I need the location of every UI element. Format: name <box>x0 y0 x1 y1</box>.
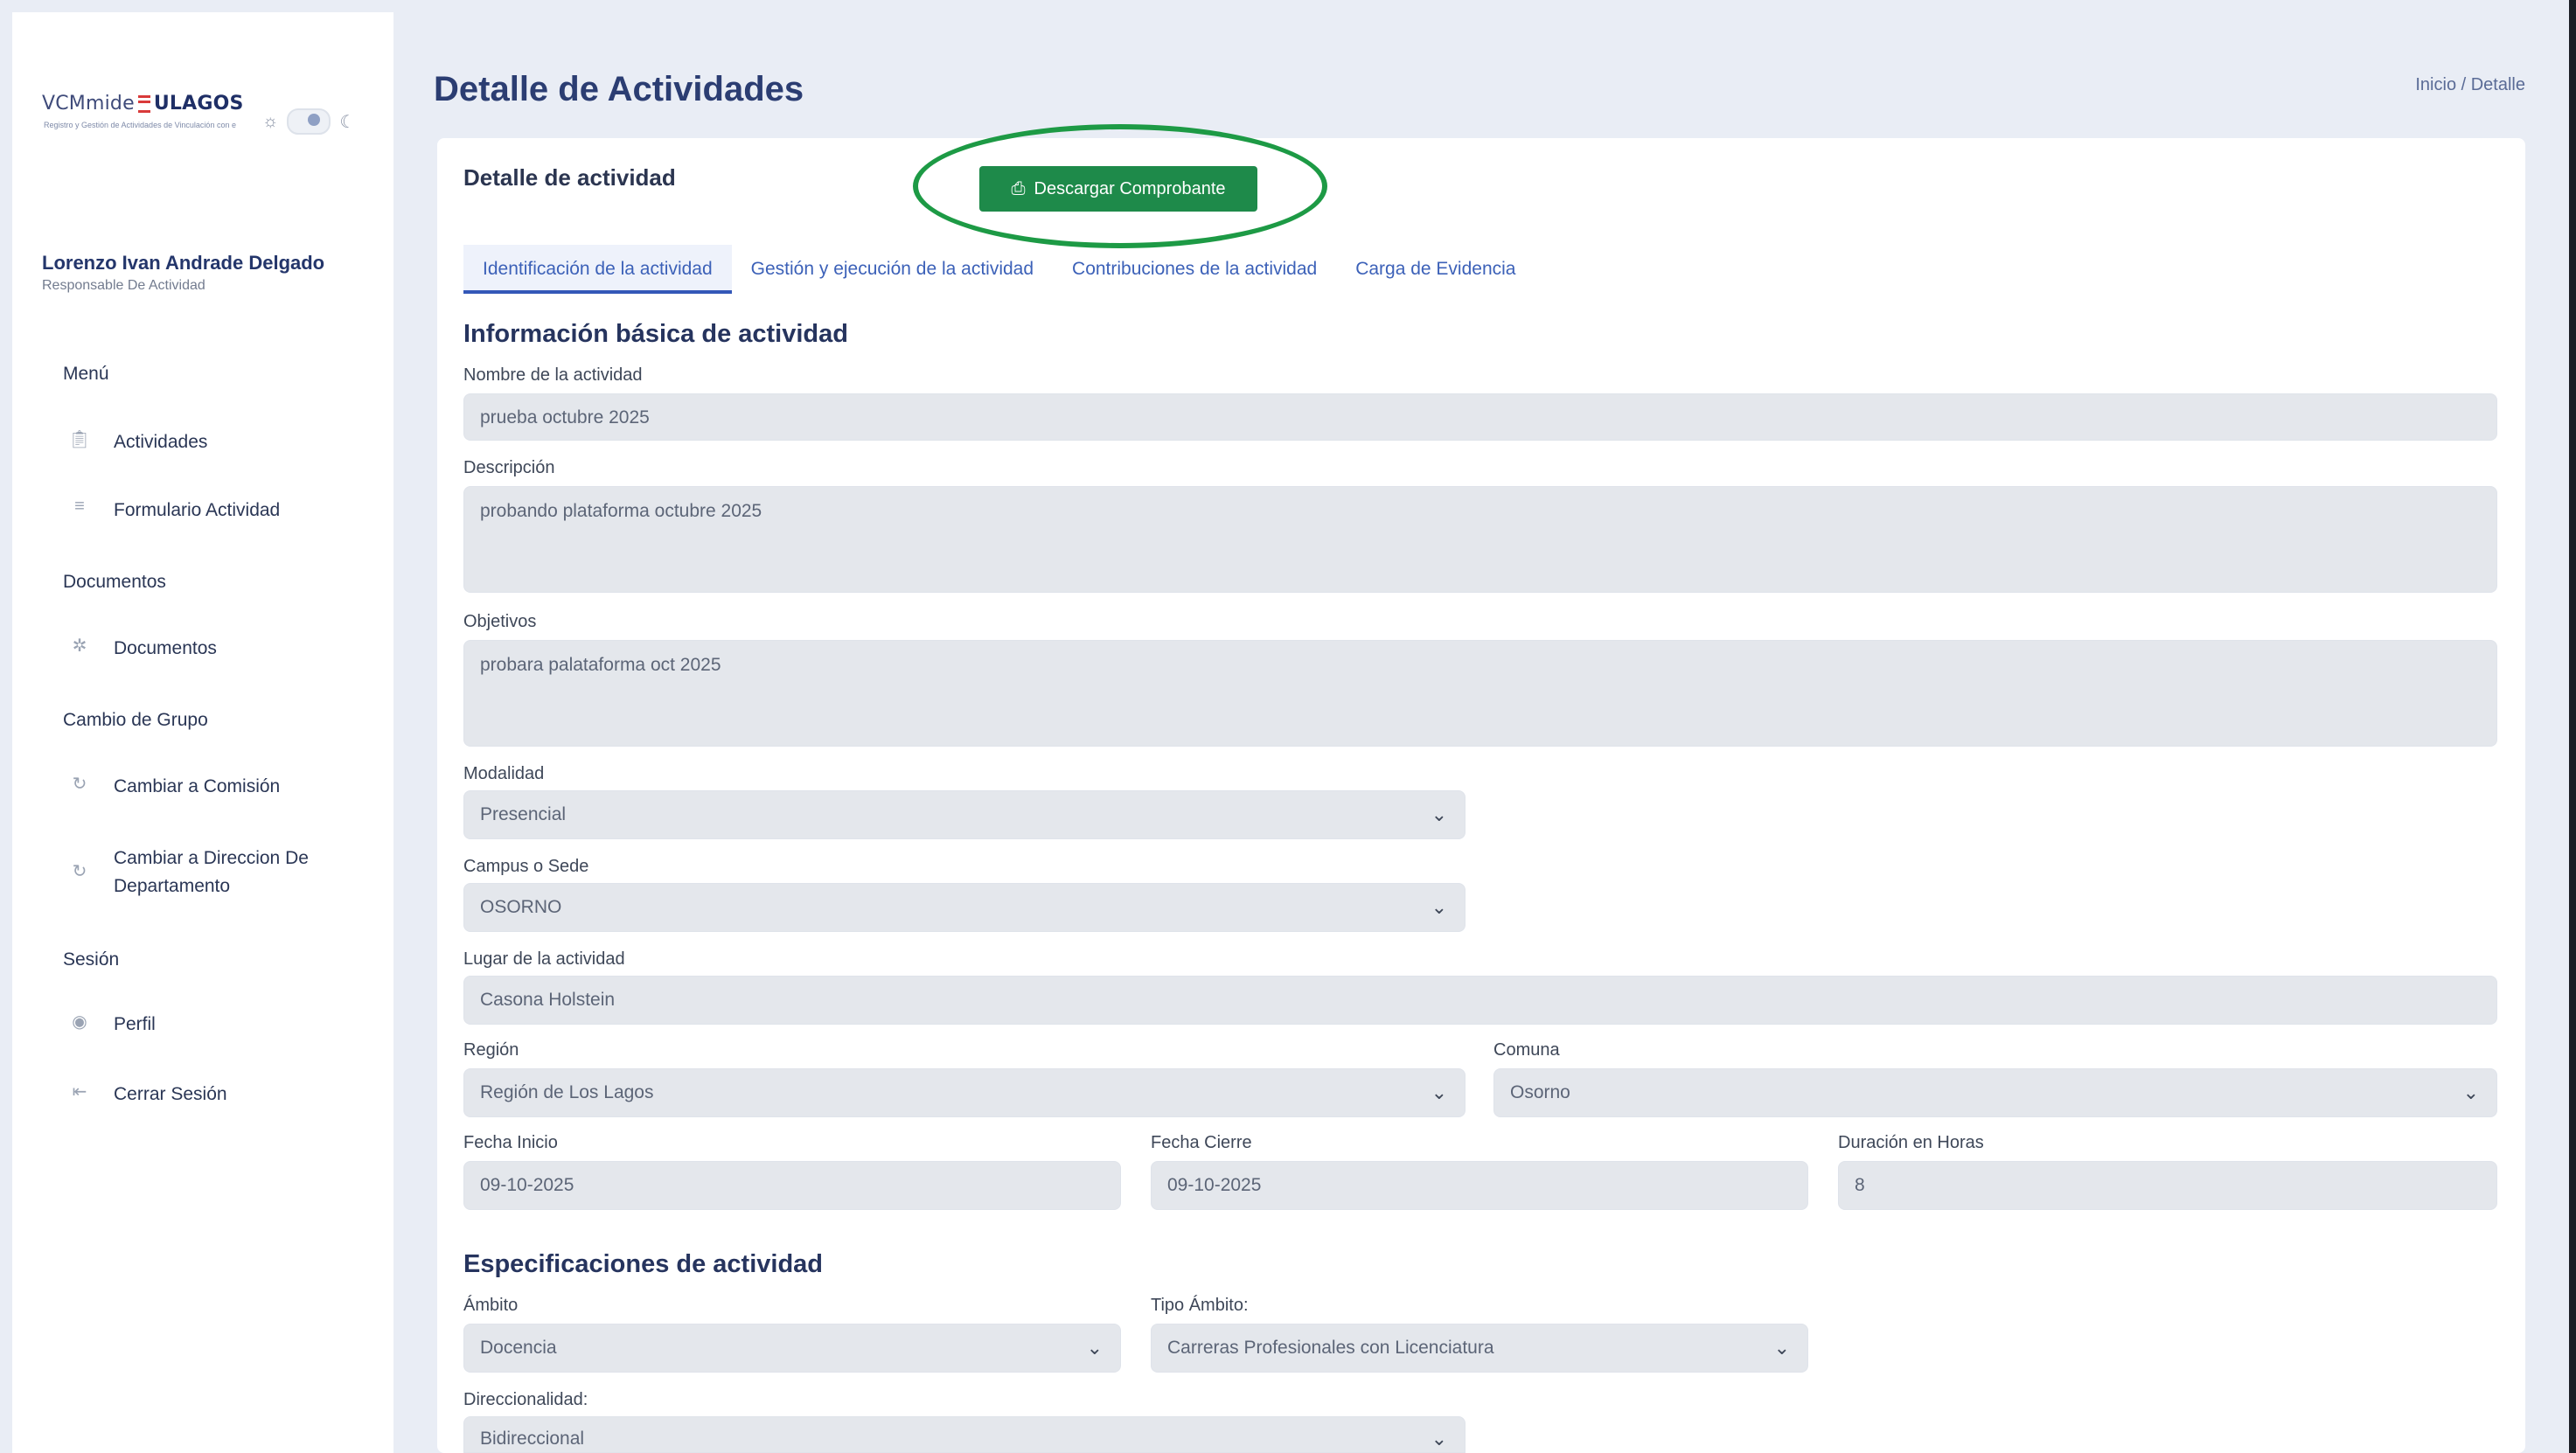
sidebar-item-label: Perfil <box>114 1014 156 1034</box>
logo-mark <box>137 95 150 113</box>
sidebar-item-label: Documentos <box>114 638 217 658</box>
sidebar-item-logout[interactable]: ⇤ Cerrar Sesión <box>68 1081 227 1109</box>
modalidad-value: Presencial <box>480 804 567 824</box>
page-title: Detalle de Actividades <box>434 70 804 108</box>
logo-tagline: Registro y Gestión de Actividades de Vin… <box>44 121 236 129</box>
sidebar-item-label: Actividades <box>114 432 208 452</box>
descripcion-label: Descripción <box>463 458 555 477</box>
card-title: Detalle de actividad <box>463 164 676 191</box>
section-menu: Menú <box>63 364 109 384</box>
breadcrumb[interactable]: Inicio / Detalle <box>2415 75 2525 95</box>
descripcion-field[interactable]: probando plataforma octubre 2025 <box>463 486 2497 593</box>
dots-circle-icon: ✲ <box>72 636 87 656</box>
sidebar-item-label: Cambiar a Direccion De Departamento <box>114 848 309 896</box>
objetivos-label: Objetivos <box>463 612 537 631</box>
sidebar-item-documentos[interactable]: ✲ Documentos <box>68 635 217 663</box>
chevron-down-icon: ⌄ <box>1086 1337 1103 1359</box>
direccionalidad-label: Direccionalidad: <box>463 1390 588 1409</box>
modalidad-select[interactable]: Presencial ⌄ <box>463 790 1466 839</box>
highlight-ellipse <box>913 124 1327 248</box>
user-name: Lorenzo Ivan Andrade Delgado <box>42 252 325 274</box>
tab-bar: Identificación de la actividad Gestión y… <box>463 245 2494 294</box>
ambito-value: Docencia <box>480 1338 557 1358</box>
nombre-label: Nombre de la actividad <box>463 365 643 385</box>
tab-gestion[interactable]: Gestión y ejecución de la actividad <box>732 245 1053 290</box>
duracion-label: Duración en Horas <box>1838 1133 1984 1152</box>
objetivos-field[interactable]: probara palataforma oct 2025 <box>463 640 2497 747</box>
theme-toggle[interactable] <box>287 108 331 135</box>
sidebar-item-actividades[interactable]: 📋︎ Actividades <box>68 428 207 456</box>
modalidad-label: Modalidad <box>463 764 545 783</box>
app-logo[interactable]: VCMmide ULAGOS <box>42 93 244 115</box>
comuna-select[interactable]: Osorno ⌄ <box>1493 1068 2497 1117</box>
refresh-icon: ↻ <box>72 775 87 794</box>
specs-heading: Especificaciones de actividad <box>463 1250 824 1278</box>
clipboard-icon: 📋︎ <box>68 430 91 449</box>
region-select[interactable]: Región de Los Lagos ⌄ <box>463 1068 1466 1117</box>
tipo-ambito-select[interactable]: Carreras Profesionales con Licenciatura … <box>1151 1324 1808 1373</box>
tab-contribuciones[interactable]: Contribuciones de la actividad <box>1053 245 1336 290</box>
sidebar-item-formulario[interactable]: ≡ Formulario Actividad <box>68 497 280 525</box>
campus-label: Campus o Sede <box>463 857 589 876</box>
sidebar <box>12 12 393 1453</box>
sidebar-item-label: Cambiar a Comisión <box>114 776 281 796</box>
section-sesion: Sesión <box>63 949 120 970</box>
chevron-down-icon: ⌄ <box>1431 1428 1447 1450</box>
region-value: Región de Los Lagos <box>480 1082 654 1102</box>
chevron-down-icon: ⌄ <box>1773 1337 1790 1359</box>
refresh-icon: ↻ <box>72 862 87 881</box>
nombre-field[interactable]: prueba octubre 2025 <box>463 393 2497 441</box>
window-edge <box>2569 0 2576 1453</box>
sidebar-item-label: Formulario Actividad <box>114 500 281 520</box>
basic-info-heading: Información básica de actividad <box>463 320 848 348</box>
fecha-inicio-field[interactable]: 09-10-2025 <box>463 1161 1121 1210</box>
fecha-inicio-label: Fecha Inicio <box>463 1133 558 1152</box>
section-grupo: Cambio de Grupo <box>63 710 208 730</box>
user-circle-icon: ◉ <box>72 1012 87 1032</box>
ambito-label: Ámbito <box>463 1296 519 1315</box>
campus-value: OSORNO <box>480 897 562 917</box>
direccionalidad-select[interactable]: Bidireccional ⌄ <box>463 1416 1466 1453</box>
sidebar-item-direccion[interactable]: ↻ Cambiar a Direccion De Departamento <box>68 845 350 900</box>
tab-identificacion[interactable]: Identificación de la actividad <box>463 245 732 294</box>
logout-icon: ⇤ <box>72 1082 87 1102</box>
sidebar-item-label: Cerrar Sesión <box>114 1084 227 1104</box>
logo-name: ULAGOS <box>153 93 244 115</box>
comuna-label: Comuna <box>1493 1040 1560 1060</box>
logo-prefix: VCMmide <box>42 93 135 115</box>
chevron-down-icon: ⌄ <box>1431 803 1447 825</box>
sun-icon: ☼ <box>262 111 279 131</box>
region-label: Región <box>463 1040 519 1060</box>
list-icon: ≡ <box>74 497 85 516</box>
direccionalidad-value: Bidireccional <box>480 1429 585 1449</box>
fecha-cierre-field[interactable]: 09-10-2025 <box>1151 1161 1808 1210</box>
campus-select[interactable]: OSORNO ⌄ <box>463 883 1466 932</box>
chevron-down-icon: ⌄ <box>1431 896 1447 918</box>
comuna-value: Osorno <box>1510 1082 1570 1102</box>
ambito-select[interactable]: Docencia ⌄ <box>463 1324 1121 1373</box>
tipo-ambito-label: Tipo Ámbito: <box>1151 1296 1249 1315</box>
moon-icon: ☾ <box>339 112 356 132</box>
chevron-down-icon: ⌄ <box>2462 1081 2479 1103</box>
lugar-label: Lugar de la actividad <box>463 949 625 969</box>
chevron-down-icon: ⌄ <box>1431 1081 1447 1103</box>
user-role: Responsable De Actividad <box>42 278 205 293</box>
sidebar-item-perfil[interactable]: ◉ Perfil <box>68 1011 156 1039</box>
lugar-field[interactable]: Casona Holstein <box>463 976 2497 1025</box>
theme-switcher: ☼ ☾ <box>262 108 355 135</box>
fecha-cierre-label: Fecha Cierre <box>1151 1133 1252 1152</box>
sidebar-item-comision[interactable]: ↻ Cambiar a Comisión <box>68 773 281 801</box>
tipo-ambito-value: Carreras Profesionales con Licenciatura <box>1167 1338 1494 1358</box>
duracion-field[interactable]: 8 <box>1838 1161 2497 1210</box>
tab-evidencia[interactable]: Carga de Evidencia <box>1336 245 1535 290</box>
section-documentos: Documentos <box>63 572 166 592</box>
